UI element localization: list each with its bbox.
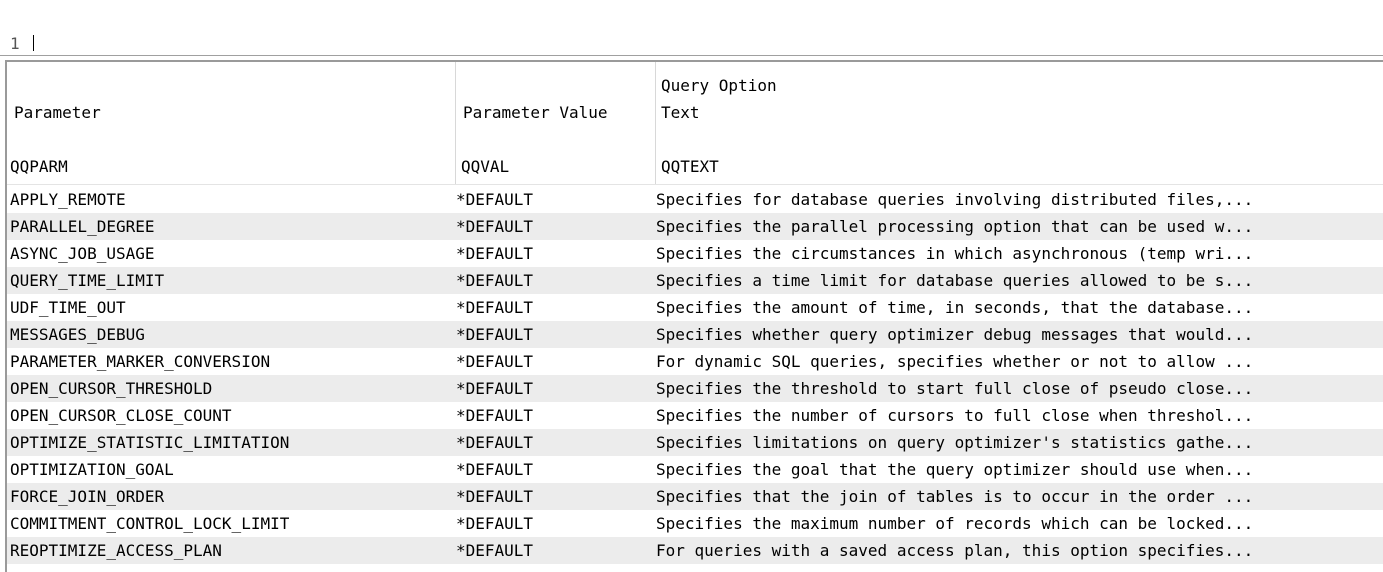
cell-parameter[interactable]: OPTIMIZE_STATISTIC_LIMITATION [10,429,450,457]
editor-line-2[interactable]: 2 [0,32,1383,77]
table-row[interactable]: QUERY_TIME_LIMIT *DEFAULT Specifies a time… [7,267,1383,294]
grid-body: APPLY_REMOTE *DEFAULT Specifies for databa… [7,186,1383,572]
table-row[interactable]: ASYNC_JOB_USAGE *DEFAULT Specifies the cir… [7,240,1383,267]
cell-query-option-text[interactable]: Specifies the maximum number of records … [656,510,1383,538]
cell-parameter[interactable]: OPTIMIZATION_GOAL [10,456,450,484]
column-label: Parameter Value [463,103,608,122]
table-row[interactable]: COMMITMENT_CONTROL_LOCK_LIMIT *DEFAULT Spe… [7,510,1383,537]
cell-parameter-value[interactable]: *DEFAULT [456,483,651,511]
table-row[interactable]: MESSAGES_DEBUG *DEFAULT Specifies whether … [7,321,1383,348]
table-row[interactable]: PARAMETER_MARKER_CONVERSION *DEFAULT For d… [7,348,1383,375]
cell-query-option-text[interactable]: For queries with a saved access plan, th… [656,537,1383,565]
table-row[interactable]: OPTIMIZATION_GOAL *DEFAULT Specifies the g… [7,456,1383,483]
cell-query-option-text[interactable]: Specifies the parallel processing option… [656,213,1383,241]
cell-parameter-value[interactable]: *DEFAULT [456,321,651,349]
cell-query-option-text[interactable]: Specifies that the join of tables is to … [656,483,1383,511]
editor-line-1[interactable]: 1 select * from qusrsys.qaqqini [0,8,1383,77]
column-header-qqparm[interactable]: Parameter QQPARM [7,62,456,184]
cell-parameter-value[interactable]: *DEFAULT [456,402,651,430]
cell-query-option-text[interactable]: Specifies the circumstances in which asy… [656,240,1383,268]
cell-query-option-text[interactable]: Specifies whether query optimizer debug … [656,321,1383,349]
table-row[interactable]: UDF_TIME_OUT *DEFAULT Specifies the amount… [7,294,1383,321]
table-row[interactable]: FORCE_JOIN_ORDER *DEFAULT Specifies that t… [7,483,1383,510]
table-row[interactable]: REOPTIMIZE_ACCESS_PLAN *DEFAULT For querie… [7,537,1383,564]
cell-parameter[interactable]: FORCE_JOIN_ORDER [10,483,450,511]
cell-parameter[interactable]: COMMITMENT_CONTROL_LOCK_LIMIT [10,510,450,538]
cell-query-option-text[interactable]: Specifies the amount of time, in seconds… [656,294,1383,322]
cell-parameter[interactable]: MESSAGES_DEBUG [10,321,450,349]
table-row[interactable]: OPEN_CURSOR_THRESHOLD *DEFAULT Specifies t… [7,375,1383,402]
cell-parameter[interactable]: PARALLEL_DEGREE [10,213,450,241]
grid-header: Parameter QQPARM Parameter Value QQVAL Q… [7,62,1383,185]
cell-parameter[interactable]: PARAMETER_MARKER_CONVERSION [10,348,450,376]
cell-parameter-value[interactable]: *DEFAULT [456,537,651,565]
cell-parameter-value[interactable]: *DEFAULT [456,375,651,403]
column-label: Text [661,103,700,122]
table-row-partial[interactable] [7,564,1383,572]
cell-query-option-text[interactable]: For dynamic SQL queries, specifies wheth… [656,348,1383,376]
results-grid[interactable]: Parameter QQPARM Parameter Value QQVAL Q… [5,60,1383,572]
column-label: Parameter [14,103,101,122]
cell-parameter-value[interactable]: *DEFAULT [456,348,651,376]
table-row[interactable]: PARALLEL_DEGREE *DEFAULT Specifies the par… [7,213,1383,240]
cell-parameter-value[interactable]: *DEFAULT [456,510,651,538]
cell-query-option-text[interactable]: Specifies a time limit for database quer… [656,267,1383,295]
cell-parameter-value[interactable]: *DEFAULT [456,186,651,214]
cell-parameter[interactable]: OPEN_CURSOR_THRESHOLD [10,375,450,403]
table-row[interactable]: APPLY_REMOTE *DEFAULT Specifies for databa… [7,186,1383,213]
column-field-name: QQPARM [10,157,68,176]
cell-parameter[interactable]: ASYNC_JOB_USAGE [10,240,450,268]
table-row[interactable]: OPEN_CURSOR_CLOSE_COUNT *DEFAULT Specifies… [7,402,1383,429]
cell-parameter-value[interactable]: *DEFAULT [456,213,651,241]
cell-parameter-value[interactable]: *DEFAULT [456,240,651,268]
text-cursor [33,35,34,51]
cell-query-option-text[interactable]: Specifies the goal that the query optimi… [656,456,1383,484]
cell-parameter-value[interactable]: *DEFAULT [456,267,651,295]
cell-query-option-text[interactable]: Specifies limitations on query optimizer… [656,429,1383,457]
cell-query-option-text[interactable]: Specifies the threshold to start full cl… [656,375,1383,403]
cell-parameter[interactable]: REOPTIMIZE_ACCESS_PLAN [10,537,450,565]
column-field-name: QQTEXT [661,157,719,176]
cell-parameter[interactable]: APPLY_REMOTE [10,186,450,214]
table-row[interactable]: OPTIMIZE_STATISTIC_LIMITATION *DEFAULT Spe… [7,429,1383,456]
cell-parameter[interactable]: OPEN_CURSOR_CLOSE_COUNT [10,402,450,430]
cell-parameter-value[interactable]: *DEFAULT [456,429,651,457]
column-label: Query Option [661,76,777,95]
column-header-qqval[interactable]: Parameter Value QQVAL [456,62,656,184]
cell-parameter[interactable]: QUERY_TIME_LIMIT [10,267,450,295]
sql-editor[interactable]: 1 select * from qusrsys.qaqqini 2 [0,0,1383,77]
cell-parameter-value[interactable]: *DEFAULT [456,456,651,484]
cell-query-option-text[interactable]: Specifies for database queries involving… [656,186,1383,214]
cell-query-option-text[interactable]: Specifies the number of cursors to full … [656,402,1383,430]
column-field-name: QQVAL [461,157,510,176]
column-header-qqtext[interactable]: Query Option Text QQTEXT [656,62,1383,184]
cell-parameter[interactable]: UDF_TIME_OUT [10,294,450,322]
cell-parameter-value[interactable]: *DEFAULT [456,294,651,322]
